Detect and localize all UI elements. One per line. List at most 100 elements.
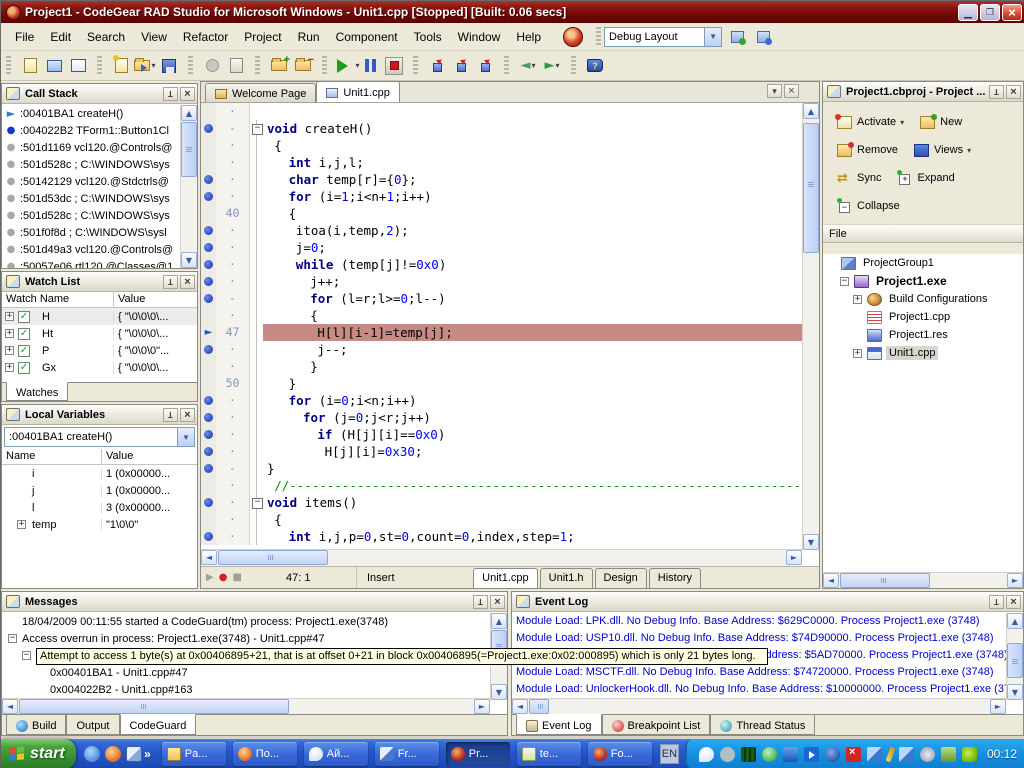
desktop-layout-combo[interactable]: Debug Layout ▼ <box>604 27 722 47</box>
remove-file-icon[interactable] <box>292 55 314 77</box>
save-layout-button[interactable] <box>726 26 748 48</box>
remove-button[interactable]: Remove <box>831 138 904 162</box>
editor-vertical-scrollbar[interactable] <box>802 103 819 550</box>
file-tab-unit1-h[interactable]: Unit1.h <box>540 568 593 588</box>
scroll-right-icon[interactable] <box>1007 573 1023 588</box>
set-debug-layout-button[interactable] <box>752 26 774 48</box>
code-line[interactable]: -} <box>201 460 802 477</box>
code-line[interactable]: ·for (j=0;j<r;j++) <box>201 409 802 426</box>
pause-icon[interactable] <box>359 55 381 77</box>
call-stack-item[interactable]: ●:004022B2 TForm1::Button1Cl <box>2 122 180 139</box>
ie-icon[interactable] <box>84 746 100 762</box>
run-icon[interactable]: ▾ <box>335 55 357 77</box>
code-line[interactable]: ·j++; <box>201 273 802 290</box>
watch-row[interactable]: +P{ "\0\0\0"... <box>2 342 197 359</box>
code-line[interactable]: ·char temp[r]={0}; <box>201 171 802 188</box>
expand-icon[interactable]: + <box>5 312 14 321</box>
task-button[interactable]: По... <box>233 742 297 766</box>
macro-play-icon[interactable]: ▶ <box>206 572 214 583</box>
expand-button[interactable]: Expand <box>891 166 960 190</box>
close-icon[interactable] <box>180 87 195 101</box>
chevron-down-icon[interactable]: ▾ <box>555 61 559 70</box>
trace-into-icon[interactable] <box>450 55 472 77</box>
save-all-icon[interactable] <box>201 55 223 77</box>
tab-breakpoint-list[interactable]: Breakpoint List <box>602 715 711 735</box>
code-line[interactable]: ·{ <box>201 307 802 324</box>
tab-output[interactable]: Output <box>66 715 119 735</box>
tab-thread-status[interactable]: Thread Status <box>710 715 815 735</box>
wand-icon[interactable] <box>886 746 896 762</box>
watch-checkbox[interactable] <box>18 345 30 357</box>
call-stack-item[interactable]: ►:00401BA1 createH() <box>2 105 180 122</box>
code-line[interactable]: ·H[j][i]=0x30; <box>201 443 802 460</box>
local-variable-row[interactable]: j1 (0x00000... <box>2 482 197 499</box>
forward-icon[interactable]: ▾ <box>541 55 563 77</box>
name-column[interactable]: Name <box>2 449 101 464</box>
scroll-left-icon[interactable] <box>512 699 528 714</box>
back-icon[interactable]: ▾ <box>517 55 539 77</box>
sync-button[interactable]: Sync <box>831 166 887 190</box>
scroll-thumb[interactable] <box>218 550 328 565</box>
new-form-icon[interactable] <box>43 55 65 77</box>
scroll-up-icon[interactable] <box>181 105 197 121</box>
expand-icon[interactable]: + <box>853 295 862 304</box>
project-tree-scrollbar[interactable] <box>823 572 1023 588</box>
code-line[interactable]: ·itoa(i,temp,2); <box>201 222 802 239</box>
code-line[interactable]: ·{ <box>201 137 802 154</box>
tree-item-project1-cpp[interactable]: Project1.cpp <box>823 308 1023 326</box>
value-column[interactable]: Value <box>101 449 197 464</box>
scroll-up-icon[interactable] <box>1007 613 1023 629</box>
chevron-down-icon[interactable]: ▾ <box>151 61 155 70</box>
tab-build[interactable]: Build <box>6 715 66 735</box>
scroll-down-icon[interactable] <box>803 534 819 550</box>
tree-item-project1-res[interactable]: Project1.res <box>823 326 1023 344</box>
call-stack-scrollbar[interactable] <box>180 105 197 268</box>
editor-horizontal-scrollbar[interactable] <box>201 549 802 566</box>
pin-icon[interactable] <box>163 408 178 422</box>
expand-icon[interactable]: + <box>5 363 14 372</box>
scroll-up-icon[interactable] <box>803 103 819 119</box>
file-tab-unit1-cpp[interactable]: Unit1.cpp <box>473 568 537 588</box>
call-stack-item[interactable]: ●:50142129 vcl120.@Stdctrls@ <box>2 173 180 190</box>
menu-item-search[interactable]: Search <box>79 26 133 48</box>
close-icon[interactable] <box>1006 85 1021 99</box>
update-icon[interactable] <box>941 747 956 762</box>
tab-watches[interactable]: Watches <box>6 382 68 401</box>
pin-icon[interactable] <box>163 87 178 101</box>
task-button[interactable]: Fr... <box>375 742 439 766</box>
code-line[interactable]: ·} <box>201 358 802 375</box>
local-variable-row[interactable]: l3 (0x00000... <box>2 499 197 516</box>
file-tab-design[interactable]: Design <box>595 568 647 588</box>
error-icon[interactable] <box>846 747 861 762</box>
help-icon[interactable] <box>584 55 606 77</box>
firefox-icon[interactable] <box>105 746 121 762</box>
scroll-down-icon[interactable] <box>181 252 197 268</box>
code-line[interactable]: ·j--; <box>201 341 802 358</box>
file-column-header[interactable]: File <box>823 225 1023 243</box>
code-line[interactable]: -void createH() <box>201 120 802 137</box>
scroll-thumb[interactable] <box>803 123 819 253</box>
code-line[interactable]: ·void items() <box>201 494 802 511</box>
task-button[interactable]: te... <box>517 742 581 766</box>
scroll-left-icon[interactable] <box>823 573 839 588</box>
minimize-button[interactable] <box>958 4 978 21</box>
menu-item-project[interactable]: Project <box>236 26 289 48</box>
expand-icon[interactable]: + <box>853 349 862 358</box>
event-log-line[interactable]: Module Load: UnlockerHook.dll. No Debug … <box>512 681 1006 698</box>
watch-row[interactable]: +H{ "\0\0\0\... <box>2 308 197 325</box>
open-project-icon[interactable] <box>225 55 247 77</box>
close-icon[interactable] <box>180 408 195 422</box>
volume-icon[interactable] <box>720 747 735 762</box>
scroll-down-icon[interactable] <box>1007 684 1023 700</box>
editor-tab-welcome-page[interactable]: Welcome Page <box>205 83 316 102</box>
scroll-right-icon[interactable] <box>786 550 802 565</box>
code-line[interactable]: ·for (i=0;i<n;i++) <box>201 392 802 409</box>
scroll-thumb[interactable] <box>181 122 197 177</box>
event-log-line[interactable]: Module Load: MSCTF.dll. No Debug Info. B… <box>512 664 1006 681</box>
macro-stop-icon[interactable]: ■ <box>232 572 241 583</box>
call-stack-item[interactable]: ●:501d53dc ; C:\WINDOWS\sys <box>2 190 180 207</box>
scroll-right-icon[interactable] <box>474 699 490 714</box>
add-file-icon[interactable] <box>268 55 290 77</box>
activate-button[interactable]: Activate▾ <box>831 110 910 134</box>
quick-launch-overflow-icon[interactable]: » <box>144 747 151 761</box>
